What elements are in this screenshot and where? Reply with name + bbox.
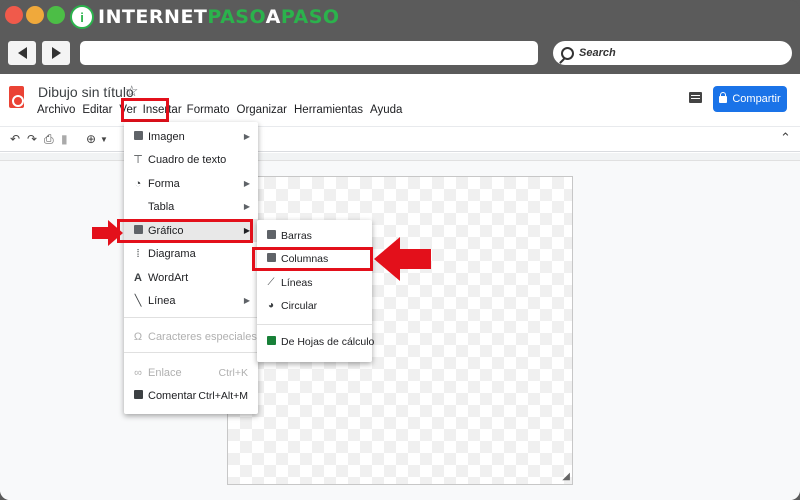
insert-menu-item-linea[interactable]: ╲ Línea ▶ <box>124 289 258 312</box>
submenu-arrow-icon: ▶ <box>243 179 250 188</box>
collapse-toolbar-icon[interactable]: ⌃ <box>780 130 791 146</box>
insertar-highlight-box <box>121 98 169 122</box>
menu-herramientas[interactable]: Herramientas <box>294 104 363 122</box>
forward-button[interactable] <box>42 41 70 65</box>
search-input[interactable]: Search <box>553 41 792 65</box>
insert-menu-item-imagen[interactable]: Imagen ▶ <box>124 125 258 148</box>
search-placeholder: Search <box>579 47 616 59</box>
redo-icon[interactable]: ↷ <box>27 132 37 146</box>
insert-menu-item-cuadro-de-texto[interactable]: ⊤ Cuadro de texto <box>124 148 258 171</box>
submenu-arrow-icon: ▶ <box>243 132 250 141</box>
comment-add-icon <box>132 389 144 402</box>
insert-menu-item-caracteres-especiales: Ω Caracteres especiales <box>133 330 257 343</box>
paint-format-icon[interactable]: ▮ <box>61 132 68 146</box>
menu-divider <box>124 317 258 318</box>
line-chart-icon: ⟋ <box>267 277 275 288</box>
menu-ayuda[interactable]: Ayuda <box>370 104 402 122</box>
ruler <box>0 153 800 161</box>
title-bar: i INTERNETPASOAPASO <box>0 0 800 34</box>
browser-window: i INTERNETPASOAPASO Search Dibujo sin tí… <box>0 0 800 500</box>
print-icon[interactable]: ⎙ <box>44 132 54 147</box>
back-arrow-icon <box>17 47 27 59</box>
menu-archivo[interactable]: Archivo <box>37 104 75 122</box>
resize-handle-icon[interactable]: ◢ <box>562 471 570 482</box>
drawings-app-icon[interactable] <box>9 86 24 108</box>
wordart-icon: A <box>134 271 142 284</box>
insert-menu-item-enlace: ∞ Enlace Ctrl+K <box>124 361 258 384</box>
forward-arrow-icon <box>51 47 61 59</box>
columnas-highlight-box <box>252 247 373 271</box>
link-icon: ∞ <box>134 366 142 379</box>
textbox-icon: ⊤ <box>133 154 143 166</box>
menu-organizar[interactable]: Organizar <box>237 104 288 122</box>
logo-mark-icon: i <box>70 5 94 29</box>
share-label: Compartir <box>732 93 781 105</box>
chart-submenu-item-circular[interactable]: ◕ Circular <box>257 294 372 317</box>
address-bar[interactable] <box>80 41 538 65</box>
back-button[interactable] <box>8 41 36 65</box>
insert-menu-item-comentar[interactable]: Comentar Ctrl+Alt+M <box>124 384 258 407</box>
chart-submenu-item-lineas[interactable]: ⟋ Líneas <box>257 271 372 294</box>
share-button[interactable]: Compartir <box>713 86 787 112</box>
submenu-arrow-icon: ▶ <box>243 296 250 305</box>
maximize-window-button[interactable] <box>47 6 65 24</box>
menu-editar[interactable]: Editar <box>82 104 112 122</box>
undo-icon[interactable]: ↶ <box>10 132 20 146</box>
pie-chart-icon: ◕ <box>267 300 275 311</box>
left-pointer-arrow-icon <box>92 220 123 246</box>
search-icon <box>561 46 574 60</box>
navigation-bar: Search <box>0 34 800 70</box>
insert-menu-item-tabla[interactable]: Tabla ▶ <box>124 195 258 218</box>
menu-divider <box>257 324 372 325</box>
chart-submenu-item-hojas-de-calculo[interactable]: De Hojas de cálculo <box>257 330 374 353</box>
comments-icon[interactable] <box>689 92 702 103</box>
right-pointer-arrow-icon <box>374 237 431 281</box>
insert-menu-item-forma[interactable]: ◔ Forma ▶ <box>124 172 258 195</box>
menu-formato[interactable]: Formato <box>187 104 230 122</box>
close-window-button[interactable] <box>5 6 23 24</box>
line-icon: ╲ <box>134 295 142 307</box>
insert-menu: Imagen ▶ ⊤ Cuadro de texto ◔ Forma ▶ Tab… <box>124 122 258 414</box>
menu-bar: Archivo Editar Ver Insertar Formato Orga… <box>37 104 409 122</box>
logo-text: INTERNETPASOAPASO <box>98 6 340 28</box>
lock-icon <box>719 91 728 103</box>
submenu-arrow-icon: ▶ <box>243 202 250 211</box>
bar-chart-icon <box>265 229 277 242</box>
image-icon <box>132 130 144 143</box>
drawings-app: Dibujo sin título ☆ Archivo Editar Ver I… <box>0 74 800 500</box>
toolbar: ↶ ↷ ⎙ ▮ ⊕ ▼ ⌃ <box>0 126 800 152</box>
diagram-icon: ⁞ <box>136 247 140 260</box>
omega-icon: Ω <box>133 330 143 343</box>
menu-divider <box>124 352 258 353</box>
grafico-highlight-box <box>117 219 253 243</box>
minimize-window-button[interactable] <box>26 6 44 24</box>
sheets-icon <box>265 335 277 348</box>
insert-menu-item-diagrama[interactable]: ⁞ Diagrama <box>124 242 258 265</box>
chart-submenu: Barras Columnas ⟋ Líneas ◕ Circular De H… <box>257 220 374 362</box>
site-logo: i INTERNETPASOAPASO <box>70 4 340 30</box>
insert-menu-item-wordart[interactable]: A WordArt <box>124 266 258 289</box>
canvas-area: ◢ <box>0 161 800 500</box>
chart-submenu-item-barras[interactable]: Barras <box>257 224 372 247</box>
document-title[interactable]: Dibujo sin título <box>38 84 134 100</box>
zoom-icon[interactable]: ⊕ <box>86 132 96 146</box>
zoom-dropdown-icon[interactable]: ▼ <box>100 135 108 144</box>
shape-icon: ◔ <box>134 177 142 190</box>
